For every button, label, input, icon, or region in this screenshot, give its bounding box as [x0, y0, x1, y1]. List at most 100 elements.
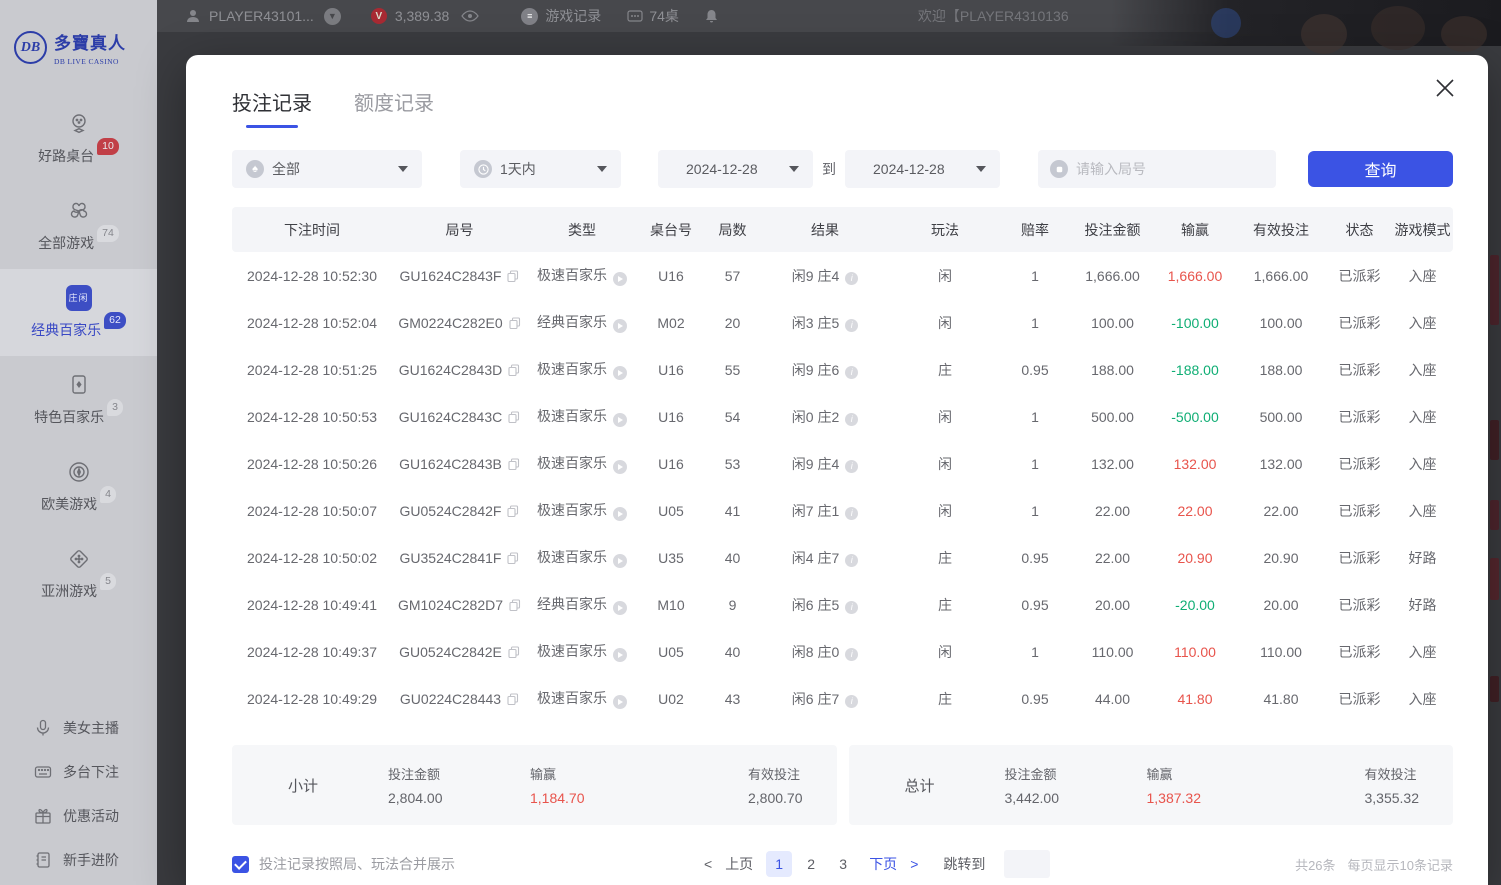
- odds-cell: 0.95: [1000, 534, 1070, 581]
- eye-icon[interactable]: [461, 10, 479, 22]
- tab-quota-records[interactable]: 额度记录: [354, 87, 434, 128]
- sidebar-item-asian-games[interactable]: 亚洲游戏5: [0, 530, 157, 617]
- merge-checkbox[interactable]: [232, 856, 249, 873]
- prev-page-arrow[interactable]: <: [704, 856, 712, 872]
- date-to-picker[interactable]: 2024-12-28: [845, 150, 1000, 188]
- sidebar-item-badge: 5: [100, 573, 116, 590]
- game-type-cell: 极速百家乐: [527, 393, 637, 440]
- status-cell: 已派彩: [1327, 440, 1392, 487]
- info-icon[interactable]: i: [845, 460, 858, 473]
- sidebar-item-classic-baccarat[interactable]: 庄闲经典百家乐62: [0, 269, 157, 356]
- page-button-1[interactable]: 1: [766, 851, 792, 877]
- table-no-cell: U05: [637, 628, 705, 675]
- bet-amount-cell: 132.00: [1070, 440, 1155, 487]
- search-button[interactable]: 查询: [1308, 151, 1453, 187]
- classic-baccarat-icon: 庄闲: [66, 285, 92, 311]
- table-row: 2024-12-28 10:49:37GU0524C2842E极速百家乐U054…: [232, 628, 1453, 675]
- round-number-input[interactable]: [1076, 161, 1264, 177]
- tables-count-label[interactable]: 74桌: [649, 6, 679, 26]
- play-icon[interactable]: [613, 460, 627, 474]
- copy-icon[interactable]: [508, 410, 520, 422]
- game-type: 极速百家乐: [537, 549, 607, 565]
- info-icon[interactable]: i: [845, 366, 858, 379]
- game-type-select[interactable]: ♠ 全部: [232, 150, 422, 188]
- bell-icon[interactable]: [705, 9, 718, 23]
- sidebar-item-western-games[interactable]: 欧美游戏4: [0, 443, 157, 530]
- info-icon[interactable]: i: [845, 272, 858, 285]
- win-loss-cell: -20.00: [1155, 581, 1235, 628]
- bet-amount-cell: 110.00: [1070, 628, 1155, 675]
- copy-icon[interactable]: [509, 598, 521, 610]
- sidebar-item-multi-table[interactable]: 多台下注: [0, 750, 157, 794]
- game-record-icon[interactable]: ≡: [521, 8, 538, 25]
- copy-icon[interactable]: [507, 269, 519, 281]
- dealer-face: [1301, 14, 1347, 54]
- page-button-3[interactable]: 3: [830, 851, 856, 877]
- player-name[interactable]: PLAYER43101...: [209, 8, 314, 24]
- play-icon[interactable]: [613, 272, 627, 286]
- info-icon[interactable]: i: [845, 319, 858, 332]
- info-icon[interactable]: i: [845, 601, 858, 614]
- play-icon[interactable]: [613, 366, 627, 380]
- info-icon[interactable]: i: [845, 554, 858, 567]
- info-icon[interactable]: i: [845, 648, 858, 661]
- copy-icon[interactable]: [509, 316, 521, 328]
- sidebar-item-beginner-guide[interactable]: 新手进阶: [0, 838, 157, 882]
- info-icon[interactable]: i: [845, 507, 858, 520]
- jump-to-input[interactable]: [1004, 850, 1050, 878]
- page-button-2[interactable]: 2: [798, 851, 824, 877]
- game-mode-cell: 入座: [1392, 252, 1453, 299]
- status-cell: 已派彩: [1327, 252, 1392, 299]
- sidebar-item-special-baccarat[interactable]: 特色百家乐3: [0, 356, 157, 443]
- copy-icon[interactable]: [508, 457, 520, 469]
- play-icon[interactable]: [613, 601, 627, 615]
- next-page-button[interactable]: 下页: [869, 854, 897, 874]
- win-loss-cell: -188.00: [1155, 346, 1235, 393]
- status-cell: 已派彩: [1327, 346, 1392, 393]
- sidebar-item-all-games[interactable]: 全部游戏74: [0, 182, 157, 269]
- game-record-label[interactable]: 游戏记录: [545, 6, 601, 26]
- sidebar-item-label: 新手进阶: [63, 850, 119, 870]
- copy-icon[interactable]: [507, 504, 519, 516]
- play-icon[interactable]: [613, 413, 627, 427]
- column-header: 类型: [527, 207, 637, 252]
- mic-icon: [34, 719, 52, 737]
- sidebar-item-promotions[interactable]: 优惠活动: [0, 794, 157, 838]
- play-icon[interactable]: [613, 695, 627, 709]
- all-games-icon: [66, 198, 92, 224]
- next-page-arrow[interactable]: >: [910, 856, 918, 872]
- tab-bet-records[interactable]: 投注记录: [232, 87, 312, 128]
- win-loss-cell: 20.90: [1155, 534, 1235, 581]
- time-range-select[interactable]: 1天内: [460, 150, 621, 188]
- sidebar-item-beauty-anchor[interactable]: 美女主播: [0, 706, 157, 750]
- result-value: 闲6 庄5: [792, 597, 839, 613]
- copy-icon[interactable]: [508, 363, 520, 375]
- brand-logo[interactable]: DB 多寶真人 DB LIVE CASINO: [0, 0, 157, 95]
- round-id: GU0224C28443: [400, 691, 501, 707]
- sidebar-item-badge: 74: [97, 225, 119, 242]
- result-cell: 闲3 庄5i: [760, 299, 890, 346]
- date-from-picker[interactable]: 2024-12-28: [658, 150, 813, 188]
- close-icon[interactable]: [1432, 75, 1458, 101]
- copy-icon[interactable]: [508, 645, 520, 657]
- per-page-info: 每页显示10条记录: [1348, 855, 1453, 874]
- result-cell: 闲6 庄7i: [760, 675, 890, 722]
- column-header: 局数: [705, 207, 760, 252]
- tables-icon[interactable]: [627, 10, 643, 22]
- prev-page-button[interactable]: 上页: [725, 854, 753, 874]
- play-icon[interactable]: [613, 319, 627, 333]
- info-icon[interactable]: i: [845, 413, 858, 426]
- play-icon[interactable]: [613, 648, 627, 662]
- copy-icon[interactable]: [507, 551, 519, 563]
- game-type-cell: 极速百家乐: [527, 252, 637, 299]
- play-icon[interactable]: [613, 554, 627, 568]
- win-loss-cell: 41.80: [1155, 675, 1235, 722]
- chevron-down-icon[interactable]: ▼: [324, 8, 341, 25]
- table-row: 2024-12-28 10:50:02GU3524C2841F极速百家乐U354…: [232, 534, 1453, 581]
- valid-bet-cell: 41.80: [1235, 675, 1327, 722]
- copy-icon[interactable]: [507, 692, 519, 704]
- sidebar-item-good-road-tables[interactable]: 好路桌台10: [0, 95, 157, 182]
- play-icon[interactable]: [613, 507, 627, 521]
- round-id-cell: GU0224C28443: [392, 675, 527, 722]
- info-icon[interactable]: i: [845, 695, 858, 708]
